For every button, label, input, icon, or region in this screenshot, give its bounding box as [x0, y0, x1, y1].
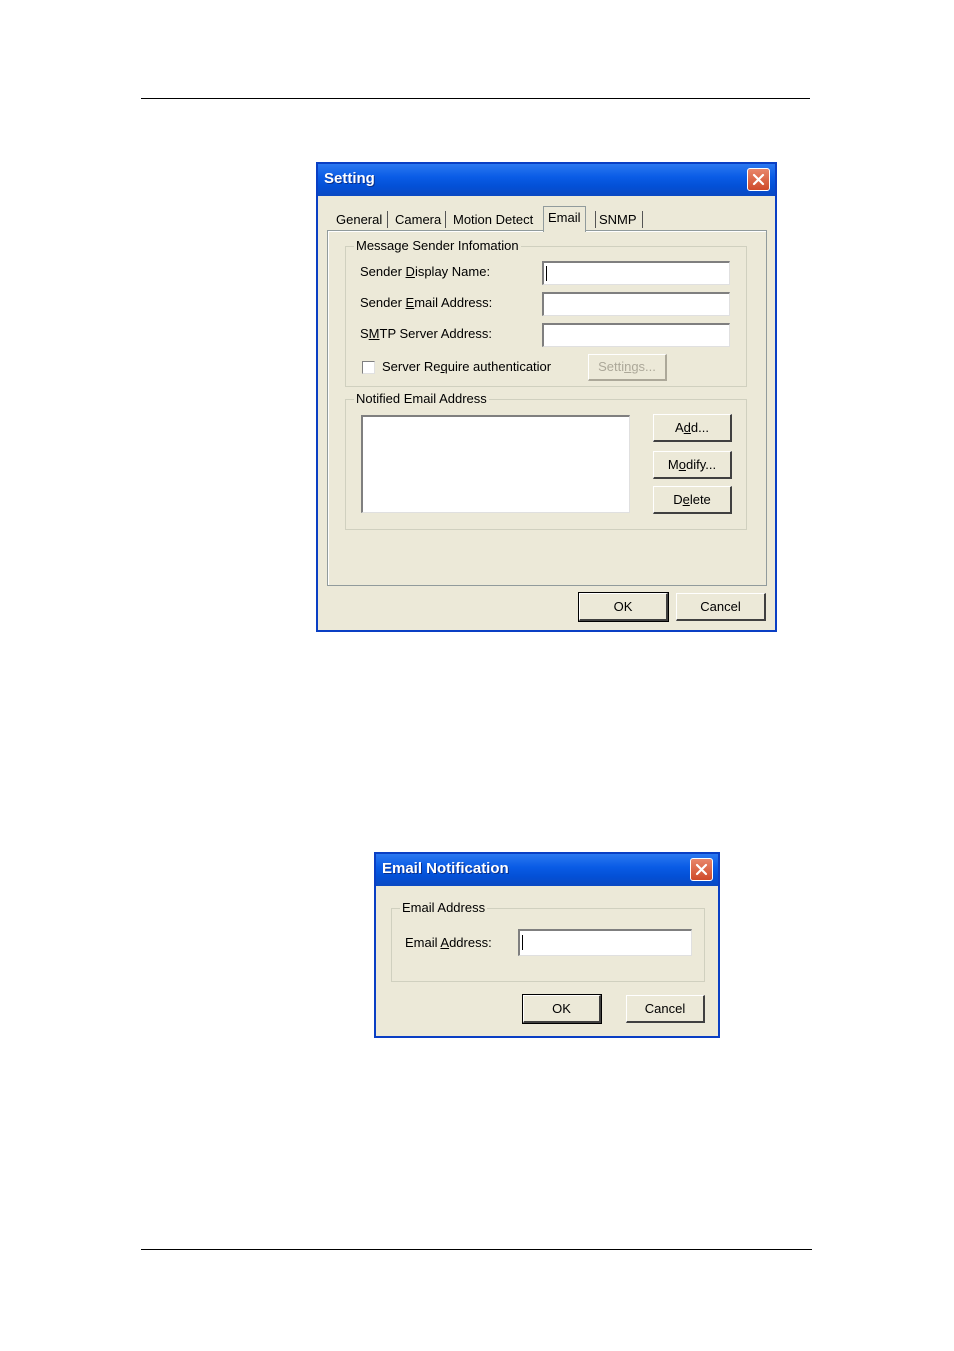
close-icon[interactable] [747, 168, 770, 191]
modify-button[interactable]: Modify... [653, 451, 732, 479]
display-name-input[interactable] [542, 261, 730, 285]
text-caret [522, 935, 523, 950]
email-dialog-titlebar[interactable]: Email Notification [376, 854, 718, 886]
text-caret [546, 266, 547, 281]
page-top-rule [141, 98, 810, 99]
notified-email-list[interactable] [361, 415, 630, 513]
email-address-label: Sender Email Address: [360, 295, 493, 310]
ok-button[interactable]: OK [578, 592, 669, 622]
email-notification-dialog: Email Notification Email Address Email A… [374, 852, 720, 1038]
setting-title: Setting [324, 170, 375, 187]
tab-snmp[interactable]: SNMP [599, 210, 637, 230]
auth-checkbox-label[interactable]: Server Require authenticatior [382, 359, 551, 374]
email-group-label: Email Address [400, 900, 488, 915]
tab-camera[interactable]: Camera [395, 210, 441, 230]
setting-dialog: Setting General Camera Motion Detect Ema… [316, 162, 777, 632]
settings-button[interactable]: Settings... [588, 354, 667, 381]
tab-divider [387, 211, 388, 228]
tab-divider [595, 211, 596, 228]
smtp-server-input[interactable] [542, 323, 730, 347]
display-name-label: Sender Display Name: [360, 264, 491, 279]
tab-divider [642, 211, 643, 228]
delete-button[interactable]: Delete [653, 486, 732, 514]
tab-email[interactable]: Email [543, 206, 586, 232]
email-cancel-button[interactable]: Cancel [626, 995, 705, 1023]
tab-general[interactable]: General [336, 210, 382, 230]
setting-titlebar[interactable]: Setting [318, 164, 775, 196]
tab-divider [445, 211, 446, 228]
email-ok-button[interactable]: OK [522, 994, 602, 1024]
tab-motion-detect[interactable]: Motion Detect [453, 210, 533, 230]
notified-group-label: Notified Email Address [354, 391, 489, 406]
sender-group-label: Message Sender Infomation [354, 238, 521, 253]
email-address-field-label: Email Address: [405, 935, 492, 950]
auth-checkbox[interactable] [362, 361, 375, 374]
sender-email-input[interactable] [542, 292, 730, 316]
email-address-input[interactable] [518, 929, 692, 956]
close-icon[interactable] [690, 858, 713, 881]
add-button[interactable]: Add... [653, 414, 732, 442]
smtp-server-label: SMTP Server Address: [360, 326, 492, 341]
page-bottom-rule [141, 1249, 812, 1250]
cancel-button[interactable]: Cancel [676, 593, 766, 621]
email-dialog-title: Email Notification [382, 860, 509, 877]
